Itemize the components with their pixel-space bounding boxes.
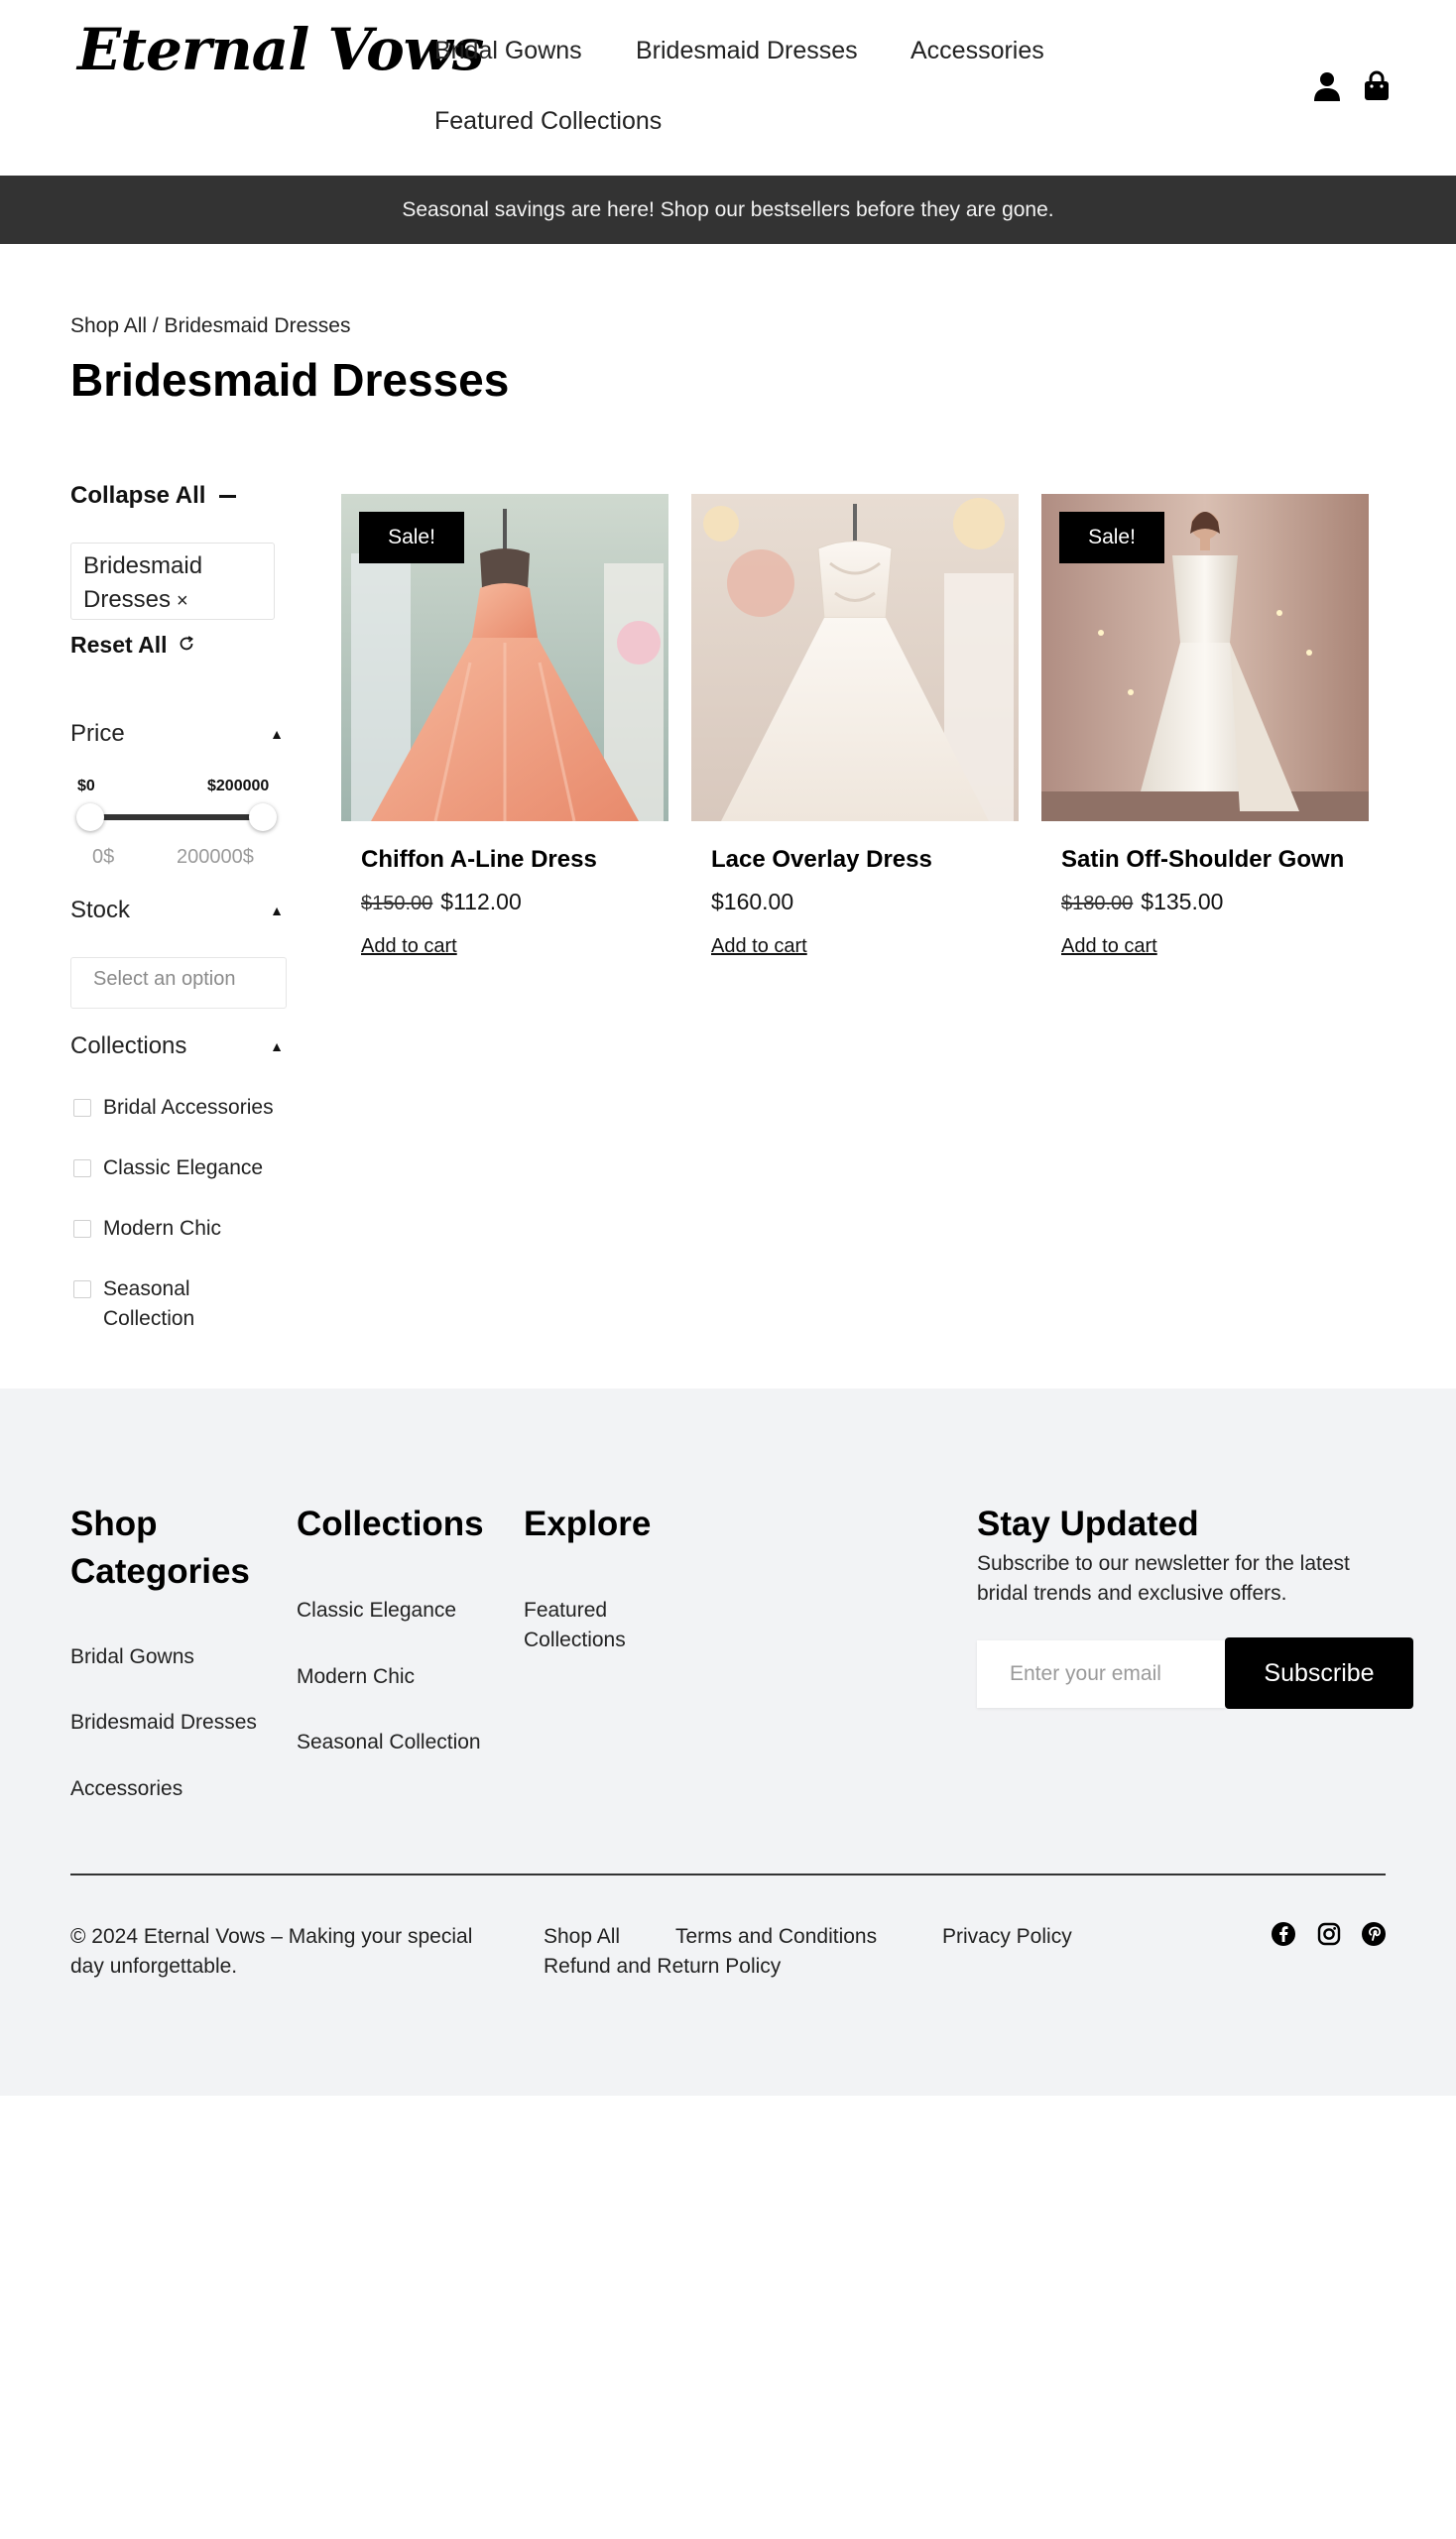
product-card[interactable]: Sale! Satin Off-Shoulder Gown $180.00 $13… bbox=[1041, 494, 1369, 957]
footer-link[interactable]: Bridal Gowns bbox=[70, 1642, 194, 1672]
checkbox[interactable] bbox=[73, 1280, 91, 1298]
footer-heading-newsletter: Stay Updated bbox=[977, 1505, 1199, 1543]
price-min-label: $0 bbox=[77, 778, 95, 794]
product-card[interactable]: Sale! Chiffon A-Line Dress $150.00 $112.0… bbox=[341, 494, 668, 957]
stock-select[interactable]: Select an option bbox=[70, 957, 287, 1009]
price-filter-heading: Price bbox=[70, 720, 125, 747]
collection-option-label: Seasonal Collection bbox=[103, 1277, 195, 1330]
minus-icon bbox=[219, 494, 237, 498]
add-to-cart-link[interactable]: Add to cart bbox=[711, 935, 807, 958]
product-image[interactable]: Sale! bbox=[341, 494, 668, 821]
site-footer bbox=[0, 1389, 1456, 2096]
original-price: $150.00 bbox=[361, 893, 433, 914]
product-image[interactable]: Sale! bbox=[1041, 494, 1369, 821]
price-min-input[interactable]: 0$ bbox=[92, 846, 114, 869]
nav-bridesmaid-dresses[interactable]: Bridesmaid Dresses bbox=[636, 37, 858, 65]
footer-legal-link[interactable]: Refund and Return Policy bbox=[544, 1952, 781, 1982]
newsletter-description: Subscribe to our newsletter for the late… bbox=[977, 1552, 1350, 1605]
product-price: $180.00 $135.00 bbox=[1061, 889, 1223, 915]
reset-all-label: Reset All bbox=[70, 632, 168, 658]
footer-heading-explore: Explore bbox=[524, 1505, 652, 1543]
stock-filter-toggle[interactable]: Stock ▲ bbox=[70, 897, 284, 924]
sale-badge: Sale! bbox=[359, 512, 464, 563]
footer-legal-link[interactable]: Shop All bbox=[544, 1922, 620, 1952]
collection-option[interactable]: Bridal Accessories bbox=[73, 1093, 302, 1123]
original-price: $180.00 bbox=[1061, 893, 1134, 914]
checkbox[interactable] bbox=[73, 1159, 91, 1177]
product-name[interactable]: Satin Off-Shoulder Gown bbox=[1061, 846, 1344, 874]
page-title: Bridesmaid Dresses bbox=[70, 354, 510, 406]
product-card[interactable]: Lace Overlay Dress $160.00 Add to cart bbox=[691, 494, 1019, 957]
product-name[interactable]: Chiffon A-Line Dress bbox=[361, 846, 597, 874]
sale-price: $135.00 bbox=[1141, 889, 1224, 914]
product-price: $150.00 $112.00 bbox=[361, 889, 522, 915]
price-filter-toggle[interactable]: Price ▲ bbox=[70, 720, 284, 748]
footer-heading-shop-categories: Shop Categories bbox=[70, 1505, 250, 1591]
reset-all-button[interactable]: Reset All bbox=[70, 632, 195, 659]
footer-link[interactable]: Accessories bbox=[70, 1774, 182, 1804]
collection-option-label: Bridal Accessories bbox=[103, 1096, 274, 1119]
footer-link[interactable]: Bridesmaid Dresses bbox=[70, 1708, 257, 1738]
add-to-cart-link[interactable]: Add to cart bbox=[1061, 935, 1157, 958]
collection-option[interactable]: Seasonal Collection bbox=[73, 1274, 262, 1334]
checkbox[interactable] bbox=[73, 1099, 91, 1117]
close-icon[interactable]: × bbox=[177, 590, 188, 612]
footer-link[interactable]: Seasonal Collection bbox=[297, 1728, 481, 1757]
footer-link[interactable]: Classic Elegance bbox=[297, 1596, 456, 1626]
collapse-all-label: Collapse All bbox=[70, 482, 206, 509]
nav-accessories[interactable]: Accessories bbox=[910, 37, 1044, 65]
collection-option[interactable]: Modern Chic bbox=[73, 1214, 302, 1244]
product-price-value: $160.00 bbox=[711, 889, 794, 914]
footer-link[interactable]: Modern Chic bbox=[297, 1662, 415, 1692]
stock-filter-heading: Stock bbox=[70, 897, 131, 923]
collections-filter-toggle[interactable]: Collections ▲ bbox=[70, 1032, 284, 1060]
add-to-cart-link[interactable]: Add to cart bbox=[361, 935, 457, 958]
footer-heading-collections: Collections bbox=[297, 1505, 484, 1543]
instagram-icon[interactable] bbox=[1316, 1921, 1342, 1947]
subscribe-button[interactable]: Subscribe bbox=[1225, 1637, 1413, 1709]
active-filter-chip: Bridesmaid Dresses × bbox=[70, 543, 275, 620]
nav-bridal-gowns[interactable]: Bridal Gowns bbox=[434, 37, 582, 65]
facebook-icon[interactable] bbox=[1271, 1921, 1296, 1947]
product-name[interactable]: Lace Overlay Dress bbox=[711, 846, 932, 874]
price-slider-track[interactable] bbox=[89, 814, 263, 820]
collections-filter-heading: Collections bbox=[70, 1032, 187, 1059]
collapse-all-button[interactable]: Collapse All bbox=[70, 482, 237, 510]
sale-badge: Sale! bbox=[1059, 512, 1164, 563]
checkbox[interactable] bbox=[73, 1220, 91, 1238]
collection-option-label: Modern Chic bbox=[103, 1217, 222, 1240]
nav-featured-collections[interactable]: Featured Collections bbox=[434, 107, 662, 136]
footer-link[interactable]: Featured Collections bbox=[524, 1596, 653, 1655]
price-max-input[interactable]: 200000$ bbox=[177, 846, 254, 869]
price-slider-min-handle[interactable] bbox=[76, 803, 104, 831]
breadcrumb[interactable]: Shop All / Bridesmaid Dresses bbox=[70, 314, 350, 338]
footer-divider bbox=[70, 1874, 1386, 1875]
pinterest-icon[interactable] bbox=[1361, 1921, 1387, 1947]
announcement-bar: Seasonal savings are here! Shop our best… bbox=[0, 176, 1456, 244]
sale-price: $112.00 bbox=[440, 889, 522, 914]
product-image[interactable] bbox=[691, 494, 1019, 821]
site-header: Eternal Vows Bridal Gowns Bridesmaid Dre… bbox=[0, 0, 1456, 176]
logo[interactable]: Eternal Vows bbox=[77, 16, 484, 83]
footer-legal-link[interactable]: Privacy Policy bbox=[942, 1922, 1072, 1952]
footer-legal-link[interactable]: Terms and Conditions bbox=[675, 1922, 877, 1952]
collection-option-label: Classic Elegance bbox=[103, 1156, 264, 1179]
chevron-up-icon: ▲ bbox=[270, 903, 284, 918]
price-max-label: $200000 bbox=[207, 778, 270, 794]
copyright-text: © 2024 Eternal Vows – Making your specia… bbox=[70, 1925, 473, 1978]
product-price: $160.00 bbox=[711, 889, 793, 915]
shopping-bag-icon[interactable] bbox=[1360, 69, 1394, 103]
newsletter-email-input[interactable] bbox=[977, 1640, 1225, 1708]
chevron-up-icon: ▲ bbox=[270, 1038, 284, 1054]
refresh-icon bbox=[178, 632, 195, 659]
chevron-up-icon: ▲ bbox=[270, 726, 284, 742]
collection-option[interactable]: Classic Elegance bbox=[73, 1153, 302, 1183]
user-icon[interactable] bbox=[1310, 69, 1344, 103]
price-slider-max-handle[interactable] bbox=[249, 803, 277, 831]
